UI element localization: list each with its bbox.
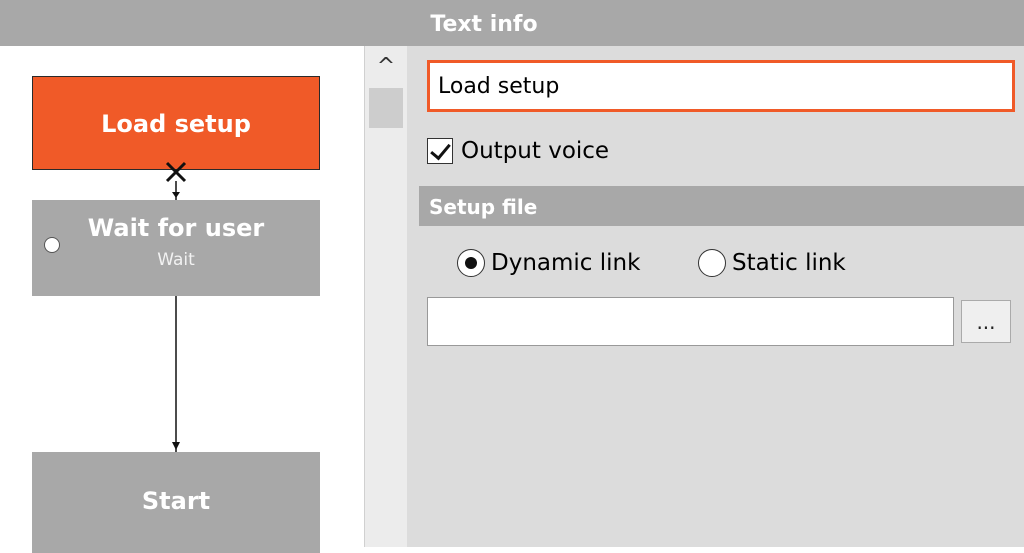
output-voice-checkbox[interactable] (427, 138, 453, 164)
panel-title: Text info (430, 12, 538, 37)
output-voice-label: Output voice (461, 138, 610, 164)
properties-panel: Output voice Setup file Dynamic link Sta… (407, 46, 1024, 547)
text-info-input[interactable] (427, 60, 1015, 112)
connector-arrow-main (172, 442, 180, 450)
setup-file-path-input[interactable] (427, 297, 954, 346)
static-link-radio-row[interactable]: Static link (698, 248, 846, 278)
delete-connection-icon[interactable] (165, 161, 187, 183)
flow-canvas[interactable]: Load setup Wait for user Wait Start (0, 46, 365, 553)
static-link-label: Static link (732, 250, 846, 276)
dynamic-link-radio[interactable] (457, 249, 485, 277)
connector-arrow-top (172, 192, 180, 198)
flow-connectors (165, 161, 187, 452)
scroll-up-icon[interactable]: ^ (365, 54, 407, 84)
dynamic-link-label: Dynamic link (491, 250, 641, 276)
setup-file-section-header: Setup file (419, 186, 1024, 226)
browse-button[interactable]: ... (961, 300, 1011, 343)
dynamic-link-radio-row[interactable]: Dynamic link (457, 248, 640, 278)
scroll-thumb[interactable] (369, 88, 403, 128)
vertical-scrollbar[interactable]: ^ (365, 46, 407, 547)
static-link-radio[interactable] (698, 249, 726, 277)
output-voice-checkbox-row[interactable]: Output voice (427, 136, 609, 166)
